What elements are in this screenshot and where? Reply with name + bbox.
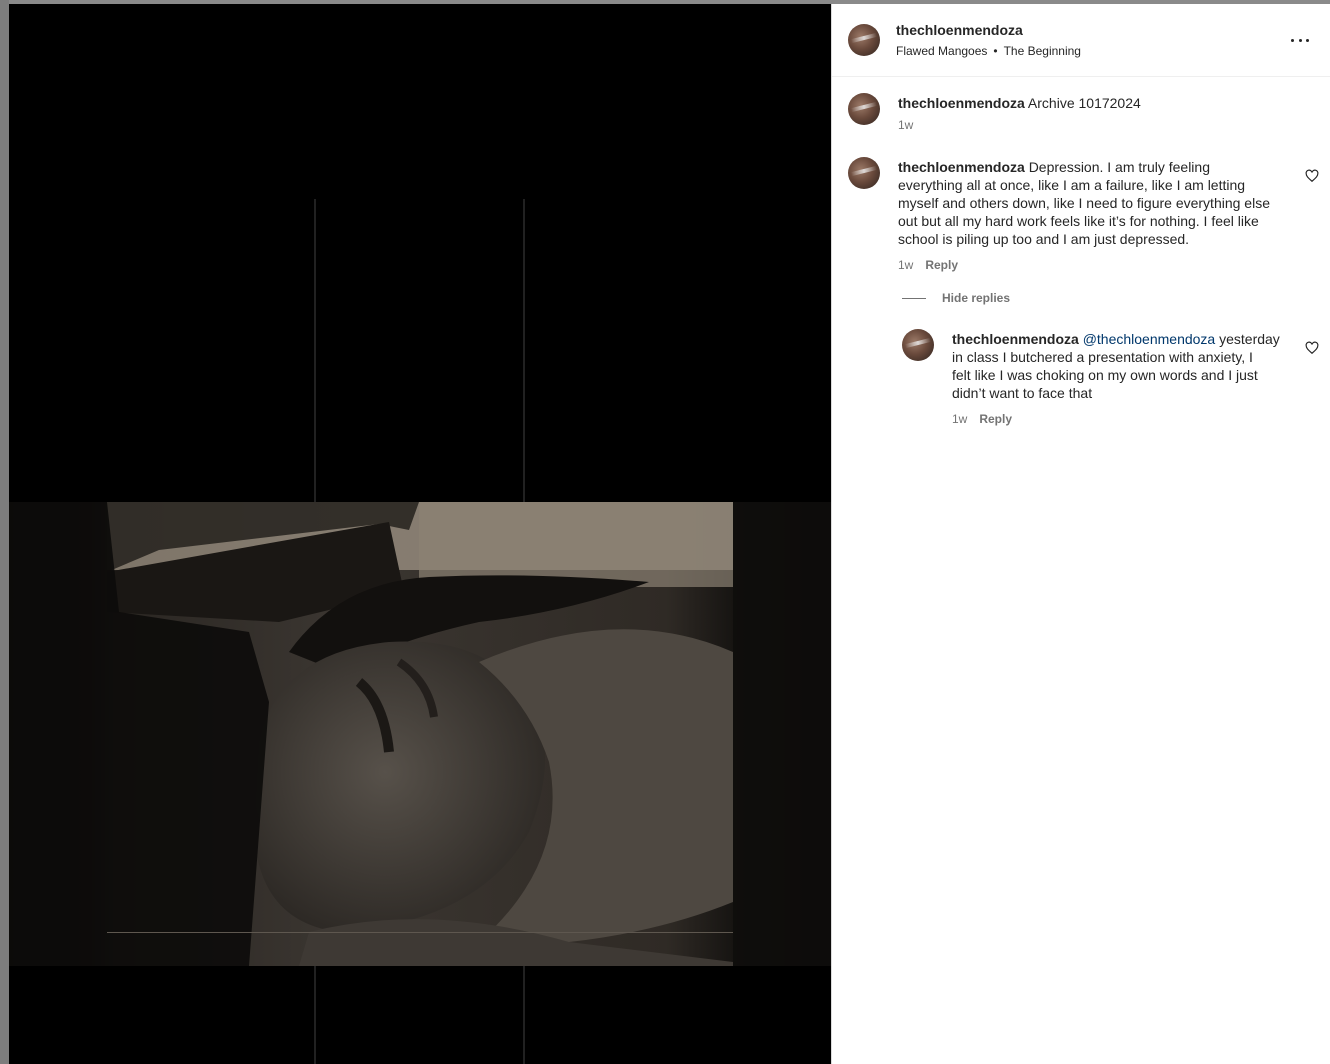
comment-line: everything all at once, like I am a fail…: [898, 177, 1246, 193]
comments-panel: thechloenmendoza Flawed Mangoes • The Be…: [831, 4, 1330, 1064]
reply-line: yesterday: [1219, 331, 1280, 347]
audio-info[interactable]: Flawed Mangoes • The Beginning: [896, 44, 1081, 58]
post-header: thechloenmendoza Flawed Mangoes • The Be…: [832, 4, 1330, 77]
page-gutter: [0, 0, 9, 1064]
caption-text: thechloenmendoza Archive 10172024: [898, 94, 1141, 112]
post-photo: [9, 502, 831, 966]
song-name[interactable]: Flawed Mangoes: [896, 44, 987, 58]
comment-line: school is piling up too and I am just de…: [898, 231, 1190, 247]
comment-username[interactable]: thechloenmendoza: [898, 159, 1025, 175]
track-name[interactable]: The Beginning: [1004, 44, 1081, 58]
separator-dot: •: [993, 44, 998, 58]
reply-line: didn’t want to face that: [952, 385, 1093, 401]
reply-meta: 1w Reply: [952, 412, 1012, 426]
caption-body: Archive 10172024: [1027, 95, 1141, 111]
hide-replies-button[interactable]: Hide replies: [902, 291, 1010, 305]
more-options-icon[interactable]: [1288, 30, 1312, 50]
reply-line: in class I butchered a presentation with…: [952, 349, 1253, 365]
reply-button[interactable]: Reply: [979, 412, 1012, 426]
heart-icon[interactable]: [1305, 341, 1319, 355]
caption-meta: 1w: [898, 118, 913, 132]
post-media[interactable]: [9, 4, 831, 1064]
reply-username[interactable]: thechloenmendoza: [952, 331, 1079, 347]
heart-icon[interactable]: [1305, 169, 1319, 183]
divider-line: [902, 297, 926, 299]
timestamp[interactable]: 1w: [898, 258, 913, 272]
sleeping-figure-image: [9, 502, 831, 966]
reply-button[interactable]: Reply: [925, 258, 958, 272]
caption-username[interactable]: thechloenmendoza: [898, 95, 1025, 111]
comment-line: myself and others down, like I need to f…: [898, 195, 1270, 211]
timestamp[interactable]: 1w: [952, 412, 967, 426]
reply-text: thechloenmendoza @thechloenmendoza yeste…: [952, 330, 1294, 402]
comment-text: thechloenmendoza Depression. I am truly …: [898, 158, 1294, 248]
author-username[interactable]: thechloenmendoza: [896, 22, 1023, 38]
comment-line: Depression. I am truly feeling: [1028, 159, 1210, 175]
reply-line: felt like I was choking on my own words …: [952, 367, 1258, 383]
mention-link[interactable]: @thechloenmendoza: [1083, 331, 1216, 347]
avatar[interactable]: [902, 329, 934, 361]
comment-meta: 1w Reply: [898, 258, 958, 272]
comment-line: out but all my hard work feels like it’s…: [898, 213, 1259, 229]
avatar[interactable]: [848, 157, 880, 189]
avatar[interactable]: [848, 24, 880, 56]
timestamp[interactable]: 1w: [898, 118, 913, 132]
avatar[interactable]: [848, 93, 880, 125]
hide-replies-label[interactable]: Hide replies: [942, 291, 1010, 305]
